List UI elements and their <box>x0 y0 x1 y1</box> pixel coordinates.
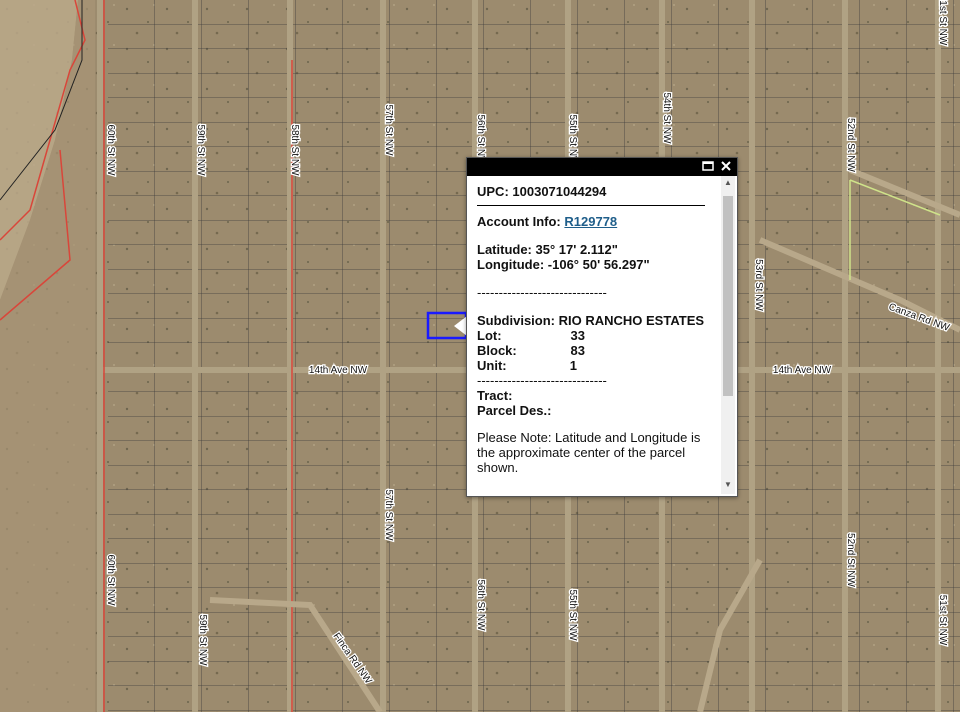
maximize-icon[interactable] <box>701 159 717 175</box>
block-label: Block: <box>477 343 517 358</box>
longitude-value: -106° 50' 56.297" <box>547 257 650 272</box>
subdivision-value: RIO RANCHO ESTATES <box>558 313 705 328</box>
street-label: 53rd St NW <box>753 259 764 311</box>
street-label: 56th St NW <box>475 579 486 631</box>
street-label: 58th St NW <box>289 124 300 176</box>
lot-label: Lot: <box>477 328 502 343</box>
parcel-info-popup: UPC: 1003071044294 Account Info: R129778… <box>466 157 738 497</box>
separator-1: ------------------------------ <box>477 285 607 300</box>
tract-label: Tract: <box>477 388 513 403</box>
upc-value: 1003071044294 <box>512 184 607 199</box>
latitude-label: Latitude: <box>477 242 532 257</box>
divider <box>477 205 705 206</box>
street-label: 51st St NW <box>937 0 948 46</box>
street-label: 51st St NW <box>937 595 948 646</box>
subdivision-label: Subdivision: <box>477 313 555 328</box>
scrollbar-thumb[interactable] <box>723 196 733 396</box>
unit-label: Unit: <box>477 358 507 373</box>
popup-content: UPC: 1003071044294 Account Info: R129778… <box>467 176 721 496</box>
upc-label: UPC: <box>477 184 509 199</box>
close-icon[interactable] <box>719 159 735 175</box>
street-label: 59th St NW <box>195 124 206 176</box>
street-label: 52nd St NW <box>845 533 856 587</box>
note-text: Please Note: Latitude and Longitude is t… <box>477 430 701 475</box>
street-label: 60th St NW <box>105 124 116 176</box>
latitude-value: 35° 17' 2.112" <box>535 242 618 257</box>
street-label: 57th St NW <box>383 489 394 541</box>
account-label: Account Info: <box>477 214 561 229</box>
street-label: 14th Ave NW <box>773 365 832 376</box>
unit-value: 1 <box>569 358 577 373</box>
popup-scrollbar[interactable]: ▲ ▼ <box>721 176 735 494</box>
account-link[interactable]: R129778 <box>564 214 617 229</box>
street-label: 60th St NW <box>105 554 116 606</box>
block-value: 83 <box>570 343 585 358</box>
street-label: 57th St NW <box>383 104 394 156</box>
scroll-down-icon[interactable]: ▼ <box>724 480 732 489</box>
street-label: 14th Ave NW <box>309 365 368 376</box>
scroll-up-icon[interactable]: ▲ <box>724 178 732 187</box>
popup-titlebar <box>467 158 737 176</box>
lot-value: 33 <box>570 328 585 343</box>
separator-2: ------------------------------ <box>477 373 607 388</box>
parcel-des-label: Parcel Des.: <box>477 403 552 418</box>
longitude-label: Longitude: <box>477 257 545 272</box>
street-label: 55th St NW <box>567 589 578 641</box>
street-label: 54th St NW <box>661 92 672 144</box>
street-label: 59th St NW <box>197 614 208 666</box>
street-label: 52nd St NW <box>845 118 856 172</box>
